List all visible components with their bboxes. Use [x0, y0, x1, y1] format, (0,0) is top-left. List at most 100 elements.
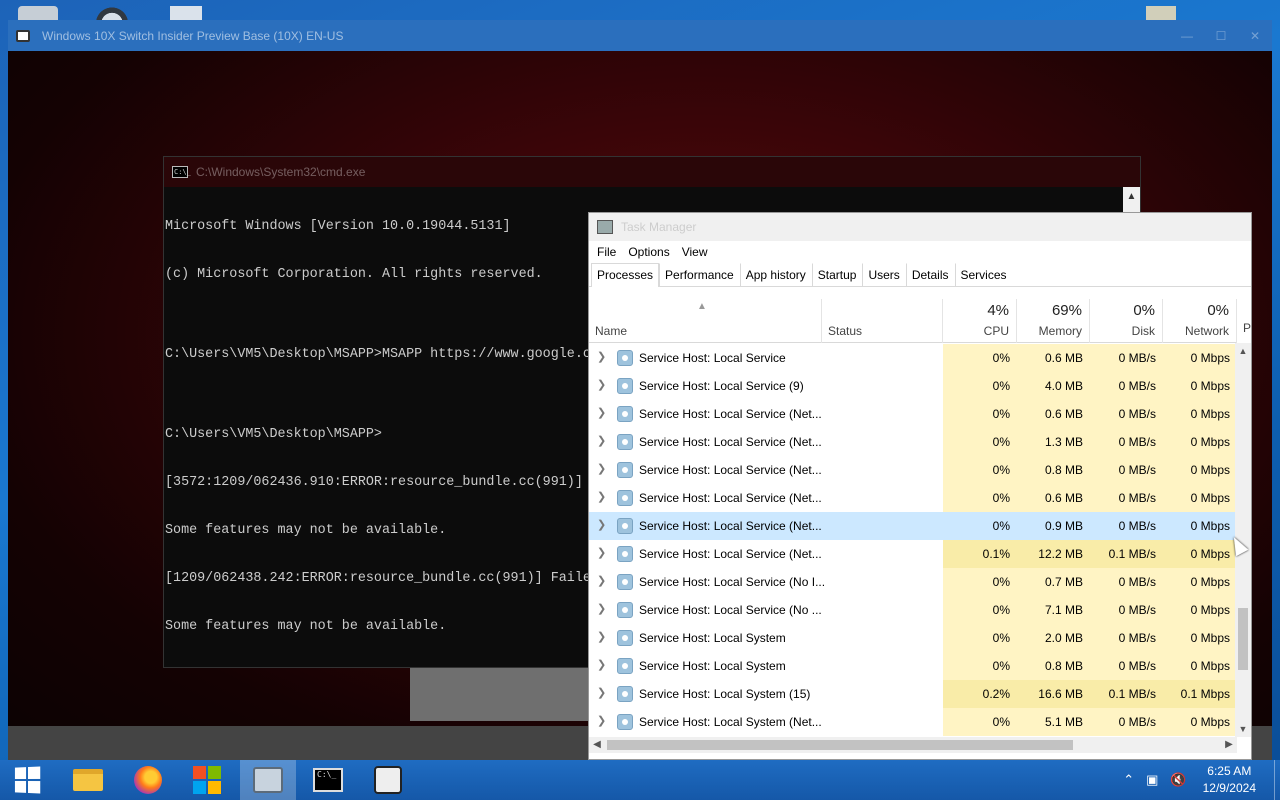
table-row[interactable]: ❯ Service Host: Local Service 0% 0.6 MB 0 MB…	[589, 344, 1237, 372]
cpu-value: 0.1%	[943, 540, 1017, 568]
horizontal-scrollbar[interactable]: ◀ ▶	[589, 737, 1237, 753]
maximize-button[interactable]: ☐	[1204, 29, 1238, 43]
start-button[interactable]	[0, 760, 56, 800]
cpu-value: 0%	[943, 428, 1017, 456]
table-row[interactable]: ❯ Service Host: Local Service (Net... 0% 0.…	[589, 456, 1237, 484]
taskbar-file-explorer[interactable]	[60, 760, 116, 800]
clock-time: 6:25 AM	[1207, 764, 1252, 778]
scroll-left-icon[interactable]: ◀	[589, 737, 605, 753]
tab-performance[interactable]: Performance	[659, 263, 740, 286]
scroll-up-icon[interactable]: ▲	[1235, 343, 1251, 359]
task-manager-titlebar[interactable]: Task Manager	[589, 213, 1251, 241]
memory-value: 0.6 MB	[1017, 344, 1090, 372]
column-disk[interactable]: 0% Disk	[1090, 299, 1163, 343]
scroll-thumb[interactable]	[607, 740, 1073, 750]
scroll-up-icon[interactable]: ▲	[1123, 187, 1140, 207]
cmd-titlebar[interactable]: C:\_ C:\Windows\System32\cmd.exe	[164, 157, 1140, 187]
table-row[interactable]: ❯ Service Host: Local Service (No I... 0% 0…	[589, 568, 1237, 596]
minimize-button[interactable]: —	[1170, 29, 1204, 43]
taskbar-virtual-machine[interactable]	[240, 760, 296, 800]
task-manager-window[interactable]: Task Manager File Options View Processes…	[588, 212, 1252, 760]
taskbar-virtualbox[interactable]	[360, 760, 416, 800]
disk-value: 0 MB/s	[1090, 456, 1163, 484]
sort-arrow-icon: ▲	[697, 301, 707, 312]
memory-value: 12.2 MB	[1017, 540, 1090, 568]
tab-startup[interactable]: Startup	[811, 263, 863, 286]
process-name: Service Host: Local Service	[639, 351, 786, 365]
chevron-right-icon[interactable]: ❯	[597, 630, 606, 643]
network-icon[interactable]: ▣	[1146, 772, 1158, 788]
column-memory[interactable]: 69% Memory	[1017, 299, 1090, 343]
taskbar-firefox[interactable]	[120, 760, 176, 800]
column-cpu[interactable]: 4% CPU	[943, 299, 1017, 343]
clock[interactable]: 6:25 AM 12/9/2024	[1203, 763, 1256, 797]
chevron-right-icon[interactable]: ❯	[597, 574, 606, 587]
chevron-right-icon[interactable]: ❯	[597, 518, 606, 531]
tab-details[interactable]: Details	[905, 263, 955, 286]
chevron-up-icon[interactable]: ⌃	[1123, 772, 1134, 788]
table-row[interactable]: ❯ Service Host: Local Service (9) 0% 4.0 MB…	[589, 372, 1237, 400]
tab-services[interactable]: Services	[954, 263, 1013, 286]
network-value: 0 Mbps	[1190, 519, 1230, 533]
table-row[interactable]: ❯ Service Host: Local Service (Net... 0% 0.…	[589, 484, 1237, 512]
chevron-right-icon[interactable]: ❯	[597, 350, 606, 363]
column-power-partial[interactable]: P	[1243, 321, 1251, 335]
menu-file[interactable]: File	[591, 245, 622, 259]
volume-muted-icon[interactable]: 🔇	[1170, 772, 1186, 788]
show-desktop-button[interactable]	[1274, 760, 1280, 800]
close-button[interactable]: ✕	[1238, 29, 1272, 43]
table-row[interactable]: ❯ Service Host: Local Service (Net... 0% 1.…	[589, 428, 1237, 456]
chevron-right-icon[interactable]: ❯	[597, 546, 606, 559]
column-network[interactable]: 0% Network	[1163, 299, 1237, 343]
taskbar-windows7[interactable]	[180, 760, 236, 800]
chevron-right-icon[interactable]: ❯	[597, 406, 606, 419]
chevron-right-icon[interactable]: ❯	[597, 658, 606, 671]
table-row[interactable]: ❯ Service Host: Local Service (Net... 0% 0.…	[589, 400, 1237, 428]
network-value: 0 Mbps	[1163, 428, 1237, 456]
table-row[interactable]: ❯ Service Host: Local System 0% 2.0 MB 0 MB/…	[589, 624, 1237, 652]
cpu-value: 0%	[943, 568, 1017, 596]
disk-value: 0.1 MB/s	[1090, 540, 1163, 568]
chevron-right-icon[interactable]: ❯	[597, 378, 606, 391]
service-host-icon	[617, 714, 633, 730]
service-host-icon	[617, 518, 633, 534]
table-row[interactable]: ❯ Service Host: Local System 0% 0.8 MB 0 MB/…	[589, 652, 1237, 680]
table-row[interactable]: ❯ Service Host: Local Service (No ... 0% 7.…	[589, 596, 1237, 624]
service-host-icon	[617, 350, 633, 366]
menu-view[interactable]: View	[676, 245, 714, 259]
service-host-icon	[617, 630, 633, 646]
table-row[interactable]: ❯ Service Host: Local System (15) 0.2% 16.6…	[589, 680, 1237, 708]
disk-value: 0 MB/s	[1090, 624, 1163, 652]
process-name: Service Host: Local Service (Net...	[639, 547, 822, 561]
disk-value: 0 MB/s	[1090, 484, 1163, 512]
scroll-down-icon[interactable]: ▼	[1235, 721, 1251, 737]
table-row[interactable]: ❯ Service Host: Local Service (Net... 0.1%…	[589, 540, 1237, 568]
cpu-value: 0%	[943, 708, 1017, 736]
tab-app-history[interactable]: App history	[739, 263, 812, 286]
chevron-right-icon[interactable]: ❯	[597, 602, 606, 615]
cpu-value: 0.2%	[943, 680, 1017, 708]
disk-value: 0 MB/s	[1090, 596, 1163, 624]
chevron-right-icon[interactable]: ❯	[597, 714, 606, 727]
memory-value: 0.8 MB	[1017, 652, 1090, 680]
taskbar-command-prompt[interactable]: C:\_	[300, 760, 356, 800]
column-status[interactable]: Status	[822, 299, 943, 343]
chevron-right-icon[interactable]: ❯	[597, 490, 606, 503]
chevron-right-icon[interactable]: ❯	[597, 686, 606, 699]
memory-value: 0.6 MB	[1017, 484, 1090, 512]
chevron-right-icon[interactable]: ❯	[597, 434, 606, 447]
windows-logo-icon	[14, 766, 42, 794]
table-row[interactable]: ❯ Service Host: Local Service (Net... 0% 0.…	[589, 512, 1237, 540]
process-name: Service Host: Local System	[639, 659, 786, 673]
process-list[interactable]: ❯ Service Host: Local Service 0% 0.6 MB 0 MB…	[589, 344, 1237, 737]
vm-titlebar[interactable]: Windows 10X Switch Insider Preview Base …	[8, 20, 1272, 51]
column-name[interactable]: ▲ Name	[589, 299, 822, 343]
tab-processes[interactable]: Processes	[591, 263, 660, 287]
menu-options[interactable]: Options	[622, 245, 675, 259]
chevron-right-icon[interactable]: ❯	[597, 462, 606, 475]
tab-users[interactable]: Users	[862, 263, 905, 286]
scroll-thumb[interactable]	[1238, 608, 1248, 670]
memory-value: 7.1 MB	[1017, 596, 1090, 624]
scroll-right-icon[interactable]: ▶	[1221, 737, 1237, 753]
table-row[interactable]: ❯ Service Host: Local System (Net... 0% 5.1…	[589, 708, 1237, 736]
